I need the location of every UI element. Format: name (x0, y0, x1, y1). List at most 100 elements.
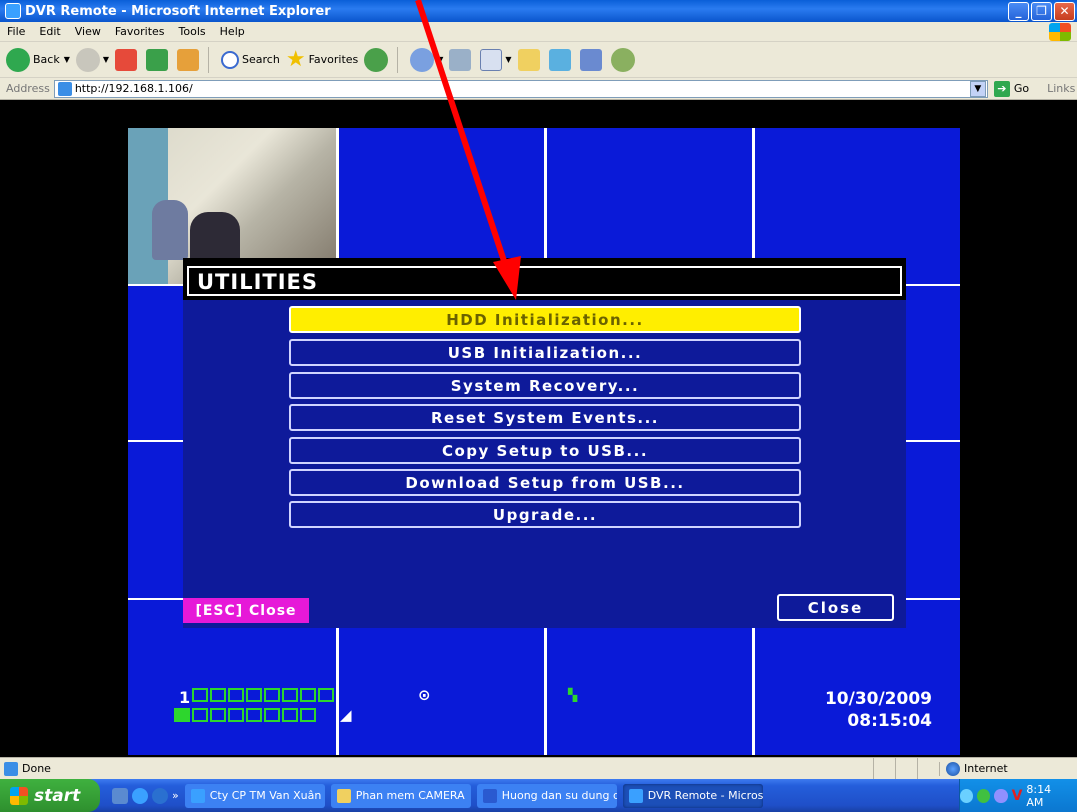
links-button[interactable]: Links (1047, 82, 1075, 95)
tray-icon[interactable] (960, 788, 974, 803)
go-button[interactable]: ➔ Go (993, 80, 1030, 97)
media-icon (364, 47, 389, 72)
back-button[interactable]: Back ▼ (6, 47, 70, 72)
menu-favorites[interactable]: Favorites (108, 25, 172, 38)
research-button[interactable] (579, 48, 605, 71)
favorites-button[interactable]: ★ Favorites (286, 47, 358, 72)
network-icon: ▚ (568, 688, 578, 702)
back-label: Back (33, 53, 60, 66)
close-window-button[interactable]: ✕ (1054, 1, 1075, 21)
stop-icon (115, 48, 138, 71)
copy-setup-to-usb-button[interactable]: Copy Setup to USB... (289, 437, 801, 464)
esc-close-hint[interactable]: [ESC] Close (183, 598, 309, 623)
media-button[interactable] (364, 47, 391, 72)
dvr-time: 08:15:04 (847, 711, 932, 731)
favorites-label: Favorites (308, 53, 359, 66)
page-done-icon (4, 761, 18, 776)
dialog-title: UTILITIES (197, 270, 318, 294)
address-label: Address (6, 82, 50, 95)
channel-status-row-1 (192, 688, 334, 702)
ie-task-icon (190, 788, 205, 803)
search-label: Search (242, 53, 280, 66)
forward-button[interactable]: ▼ (75, 47, 109, 72)
globe-icon (946, 761, 960, 776)
edit-button[interactable]: ▼ (480, 48, 512, 71)
folder-task-icon (336, 788, 351, 803)
menu-help[interactable]: Help (213, 25, 252, 38)
status-text: Done (22, 762, 51, 775)
refresh-button[interactable] (146, 48, 171, 71)
print-icon (449, 48, 472, 71)
toolbar: Back ▼ ▼ Search ★ Favorites ▼ ▼ (0, 42, 1077, 78)
address-dropdown-icon[interactable]: ▼ (969, 80, 986, 97)
clock-icon: ⊙ (418, 686, 431, 704)
tray-clock[interactable]: 8:14 AM (1026, 783, 1069, 809)
taskbar-item[interactable]: Phan mem CAMERA (330, 783, 471, 808)
tray-icon[interactable] (977, 788, 991, 803)
reset-system-events-button[interactable]: Reset System Events... (289, 404, 801, 431)
edit-dropdown-icon: ▼ (505, 55, 512, 64)
taskbar-item-active[interactable]: DVR Remote - Micros... (622, 783, 763, 808)
taskbar-item[interactable]: Cty CP TM Van Xuân ... (184, 783, 325, 808)
back-dropdown-icon: ▼ (63, 55, 70, 64)
back-arrow-icon (6, 47, 30, 72)
folder-button[interactable] (517, 48, 543, 71)
ie-quicklaunch-icon[interactable] (152, 787, 168, 804)
channel-indicator (282, 688, 298, 702)
channel-indicator (192, 708, 208, 722)
status-panel (873, 757, 895, 780)
channel-indicator (210, 708, 226, 722)
usb-initialization-button[interactable]: USB Initialization... (289, 339, 801, 366)
antivirus-tray-icon[interactable]: V (1012, 788, 1023, 804)
channel-indicator (282, 708, 298, 722)
download-setup-from-usb-button[interactable]: Download Setup from USB... (289, 469, 801, 496)
title-bar: DVR Remote - Microsoft Internet Explorer… (0, 0, 1077, 22)
print-button[interactable] (449, 48, 474, 71)
upgrade-button[interactable]: Upgrade... (289, 501, 801, 528)
channel-number: 1 (179, 688, 191, 707)
dialog-header: UTILITIES (183, 258, 906, 300)
taskbar-item-label: Phan mem CAMERA (355, 789, 465, 802)
maximize-button[interactable]: ❐ (1031, 1, 1052, 21)
menu-edit[interactable]: Edit (32, 25, 67, 38)
messenger-button[interactable] (548, 48, 574, 71)
tray-icon[interactable] (994, 788, 1008, 803)
show-desktop-icon[interactable] (112, 787, 128, 804)
refresh-icon (146, 48, 169, 71)
status-bar: Done Internet (0, 757, 1077, 780)
taskbar-item-label: Cty CP TM Van Xuân ... (209, 789, 325, 802)
dialog-close-button[interactable]: Close (777, 594, 894, 621)
channel-status-row-2 (174, 708, 316, 722)
system-recovery-button[interactable]: System Recovery... (289, 372, 801, 399)
home-button[interactable] (177, 48, 202, 71)
search-button[interactable]: Search (221, 50, 280, 69)
forward-arrow-icon (75, 47, 100, 72)
channel-indicator (300, 708, 316, 722)
menu-file[interactable]: File (0, 25, 32, 38)
word-task-icon (482, 788, 497, 803)
home-icon (177, 48, 200, 71)
menu-view[interactable]: View (68, 25, 108, 38)
channel-indicator (174, 708, 190, 722)
ie-quicklaunch-icon[interactable] (132, 787, 148, 804)
channel-indicator (246, 688, 262, 702)
contacts-button[interactable] (610, 47, 638, 72)
history-button[interactable]: ▼ (410, 47, 443, 72)
channel-indicator (246, 708, 262, 722)
hdd-initialization-button[interactable]: HDD Initialization... (289, 306, 801, 333)
address-input[interactable]: http://192.168.1.106/ (53, 79, 988, 98)
menu-tools[interactable]: Tools (172, 25, 213, 38)
research-icon (579, 48, 602, 71)
taskbar-item[interactable]: Huong dan su dung d... (476, 783, 617, 808)
status-panel (917, 757, 939, 780)
quicklaunch-more-icon[interactable]: » (172, 789, 179, 802)
system-tray: V 8:14 AM (959, 779, 1077, 812)
start-button[interactable]: start (0, 779, 100, 812)
channel-indicator (264, 708, 280, 722)
minimize-button[interactable]: _ (1008, 1, 1029, 21)
taskbar: start » Cty CP TM Van Xuân ... Phan mem … (0, 779, 1077, 812)
taskbar-item-label: Huong dan su dung d... (501, 789, 617, 802)
go-label: Go (1013, 82, 1030, 95)
stop-button[interactable] (115, 48, 140, 71)
go-arrow-icon: ➔ (993, 80, 1010, 97)
